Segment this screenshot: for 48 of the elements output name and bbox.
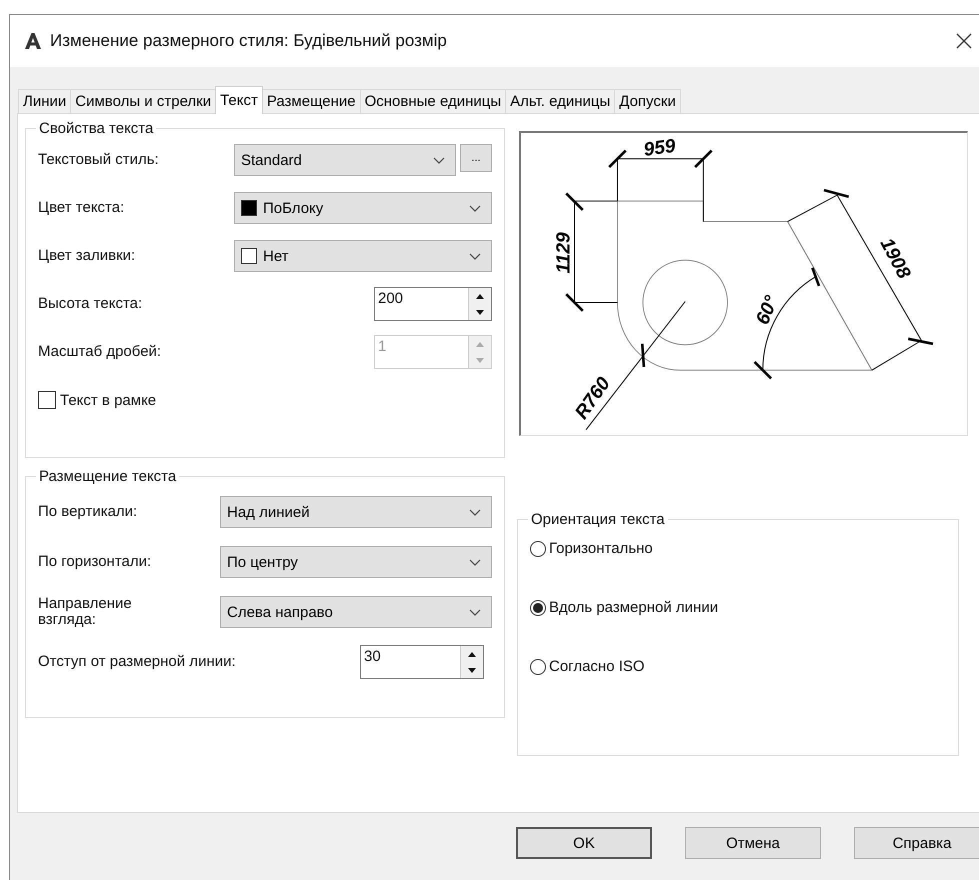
dialog-button[interactable]: Справка xyxy=(854,827,979,859)
browse-button[interactable]: ... xyxy=(460,144,492,172)
dimension-label: 60° xyxy=(752,292,783,328)
dimension-label: 1908 xyxy=(876,234,914,282)
tab[interactable]: Текст xyxy=(215,86,263,114)
field-label: Текстовый стиль: xyxy=(38,152,160,168)
radio-button[interactable] xyxy=(530,600,546,616)
radio-button[interactable] xyxy=(530,540,546,556)
dropdown[interactable]: ПоБлоку xyxy=(234,192,492,224)
dropdown[interactable]: Standard xyxy=(234,144,456,176)
chevron-down-icon xyxy=(469,608,481,616)
checkbox-label[interactable]: Текст в рамке xyxy=(60,392,156,408)
field-label: Цвет текста: xyxy=(38,200,126,216)
group-title: Ориентация текста xyxy=(530,511,666,528)
tab[interactable]: Допуски xyxy=(614,89,681,113)
radio-label[interactable]: Согласно ISO xyxy=(549,658,645,675)
dialog-button[interactable]: Отмена xyxy=(685,827,821,859)
chevron-down-icon xyxy=(469,558,481,566)
dropdown[interactable]: Слева направо xyxy=(220,596,492,628)
number-spinner[interactable]: 200 xyxy=(374,287,492,321)
chevron-down-icon xyxy=(469,252,481,260)
group-title: Размещение текста xyxy=(38,468,178,485)
dimension-label: 1129 xyxy=(554,232,575,274)
dropdown[interactable]: Над линией xyxy=(220,496,492,528)
field-label: Высота текста: xyxy=(38,296,144,312)
field-label: По горизонтали: xyxy=(38,554,152,570)
window-title: Изменение размерного стиля: Будівельний розмір xyxy=(50,31,448,51)
field-label: Цвет заливки: xyxy=(38,248,136,264)
dropdown[interactable]: По центру xyxy=(220,546,492,578)
tab[interactable]: Линии xyxy=(18,89,72,113)
checkbox[interactable] xyxy=(38,391,56,409)
dropdown[interactable]: Нет xyxy=(234,240,492,272)
chevron-down-icon xyxy=(469,508,481,516)
group-title: Свойства текста xyxy=(38,120,154,137)
field-label: Направление взгляда: xyxy=(38,596,133,628)
app-logo-icon xyxy=(24,32,42,50)
number-spinner[interactable]: 30 xyxy=(360,645,484,679)
field-label: Масштаб дробей: xyxy=(38,344,162,360)
close-icon[interactable] xyxy=(956,33,972,49)
chevron-down-icon xyxy=(469,204,481,212)
radio-button[interactable] xyxy=(530,658,546,674)
radio-label[interactable]: Горизонтально xyxy=(549,540,653,557)
field-label: Отступ от размерной линии: xyxy=(38,654,236,670)
dimension-label: 959 xyxy=(642,136,677,161)
radio-label[interactable]: Вдоль размерной линии xyxy=(549,599,718,616)
chevron-down-icon xyxy=(433,156,445,164)
dialog-button[interactable]: OK xyxy=(516,827,652,859)
field-label: По вертикали: xyxy=(38,504,138,520)
